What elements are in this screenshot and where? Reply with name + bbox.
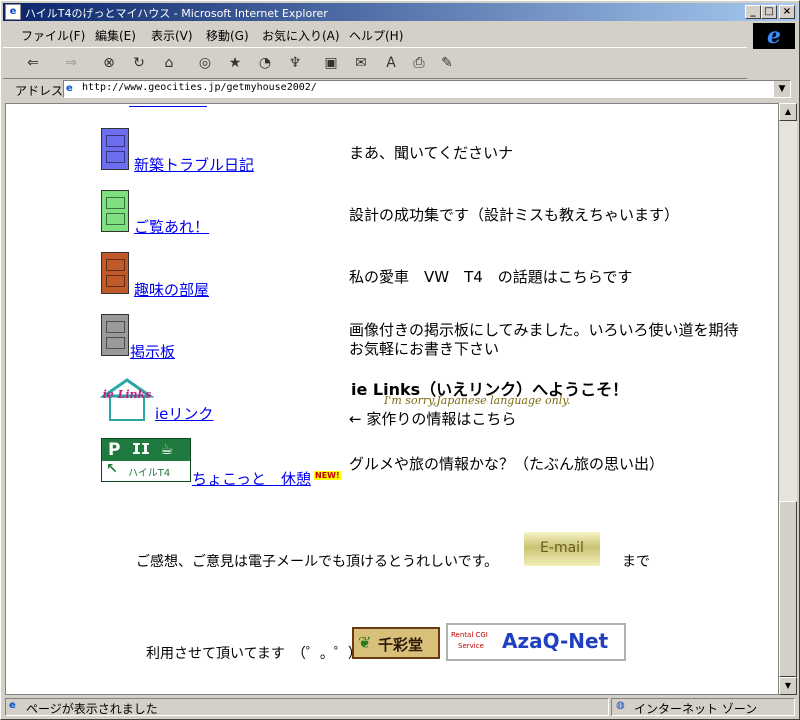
fullscreen-icon[interactable]: ▣ <box>321 53 341 73</box>
menu-favorites[interactable]: お気に入り(A) <box>262 27 340 44</box>
rest-area-sign-icon[interactable]: P ⵊⵊ ☕ ↖ ハイルT4 <box>101 438 191 482</box>
menu-help[interactable]: ヘルプ(H) <box>349 27 403 44</box>
desc-diary: まあ、聞いてくださいナ <box>349 144 514 162</box>
print-icon[interactable]: ⎙ <box>409 53 429 73</box>
browser-window: e ハイルT4のげっとマイハウス - Microsoft Internet Ex… <box>0 0 800 720</box>
link-hobby[interactable]: 趣味の部屋 <box>134 279 209 300</box>
scroll-thumb[interactable] <box>779 501 797 677</box>
ie-links-icon-text: ie Links <box>102 388 152 401</box>
internet-zone-icon: ◍ <box>616 700 625 711</box>
desc-gallery: 設計の成功集です（設計ミスも教えちゃいます） <box>349 206 680 224</box>
azaq-net-badge[interactable]: Rental CGI Service AzaQ-Net <box>446 623 626 661</box>
credits-text: 利用させて頂いてます （゜。゜） <box>146 646 362 662</box>
search-icon[interactable]: ◎ <box>195 53 215 73</box>
zone-text: インターネット ゾーン <box>634 702 758 716</box>
title-bar: e ハイルT4のげっとマイハウス - Microsoft Internet Ex… <box>3 3 797 21</box>
vertical-scrollbar[interactable]: ▲ ▼ <box>779 103 797 695</box>
sensaido-badge[interactable]: ❦ 千彩堂 <box>352 627 440 659</box>
close-button[interactable]: × <box>779 5 795 19</box>
favorites-icon[interactable]: ★ <box>225 53 245 73</box>
ie-page-icon: e <box>5 4 21 20</box>
desc-bbs-1: 画像付きの掲示板にしてみました。いろいろ使い道を期待 <box>349 321 739 339</box>
parking-icon: P <box>108 440 121 460</box>
door-gray-icon[interactable] <box>101 314 129 356</box>
history-icon[interactable]: ◔ <box>255 53 275 73</box>
exit-arrow-icon: ↖ <box>106 461 118 477</box>
ie-logo-icon: e <box>753 23 795 49</box>
link-ie-links[interactable]: ieリンク <box>155 403 213 424</box>
address-bar: アドレス e http://www.geocities.jp/getmyhous… <box>3 79 797 101</box>
menu-go[interactable]: 移動(G) <box>206 27 249 44</box>
menu-bar: ファイル(F) 編集(E) 表示(V) 移動(G) お気に入り(A) ヘルプ(H… <box>3 23 747 45</box>
mail-icon[interactable]: ✉ <box>351 53 371 73</box>
address-url: http://www.geocities.jp/getmyhouse2002/ <box>82 82 317 93</box>
desc-bbs-2: お気軽にお書き下さい <box>349 340 500 358</box>
azaq-small-1: Rental CGI <box>451 631 488 639</box>
door-green-icon[interactable] <box>101 190 129 232</box>
address-input[interactable]: e http://www.geocities.jp/getmyhouse2002… <box>63 80 791 98</box>
scroll-up-icon[interactable]: ▲ <box>779 103 797 121</box>
link-diary[interactable]: 新築トラブル日記 <box>134 154 254 175</box>
edit-icon[interactable]: ✎ <box>437 53 457 73</box>
address-label: アドレス <box>15 84 64 98</box>
status-page-icon: e <box>9 700 16 711</box>
email-button[interactable]: E-mail <box>524 532 600 566</box>
restaurant-icon: ⵊⵊ <box>132 440 151 458</box>
status-right: ◍ インターネット ゾーン <box>611 698 795 716</box>
email-button-label: E-mail <box>540 540 584 556</box>
page-icon: e <box>66 83 73 94</box>
scroll-down-icon[interactable]: ▼ <box>779 677 797 695</box>
channels-icon[interactable]: ♆ <box>285 53 305 73</box>
door-brown-icon[interactable] <box>101 252 129 294</box>
azaq-label: AzaQ-Net <box>502 629 609 653</box>
refresh-icon[interactable]: ↻ <box>129 53 149 73</box>
cut-off-link[interactable] <box>129 104 207 107</box>
stop-icon[interactable]: ⊗ <box>99 53 119 73</box>
sensaido-label: 千彩堂 <box>378 636 424 654</box>
ie-links-icon[interactable]: ie Links <box>99 378 155 422</box>
address-dropdown-icon[interactable]: ▼ <box>774 81 790 97</box>
status-text: ページが表示されました <box>26 702 158 716</box>
rest-area-sign-label: ハイルT4 <box>128 468 171 479</box>
azaq-small-2: Service <box>458 642 484 650</box>
font-size-icon[interactable]: A <box>381 53 401 73</box>
desc-rest: グルメや旅の情報かな？（たぶん旅の思い出） <box>349 455 665 473</box>
status-left: e ページが表示されました <box>5 698 609 716</box>
back-icon[interactable]: ⇐ <box>23 53 43 73</box>
forward-icon[interactable]: ⇒ <box>61 53 81 73</box>
ie-links-subtitle: I'm sorry,Japanese language only. <box>384 394 571 407</box>
menu-edit[interactable]: 編集(E) <box>95 27 136 44</box>
page-content: 新築トラブル日記 まあ、聞いてくださいナ ご覧あれ！ 設計の成功集です（設計ミス… <box>5 103 779 695</box>
contact-suffix: まで <box>622 554 650 570</box>
door-blue-icon[interactable] <box>101 128 129 170</box>
coffee-icon: ☕ <box>160 440 174 458</box>
menu-file[interactable]: ファイル(F) <box>21 27 85 44</box>
new-badge: NEW! <box>314 471 341 480</box>
home-icon[interactable]: ⌂ <box>159 53 179 73</box>
desc-ie-links: ← 家作りの情報はこちら <box>349 410 517 428</box>
maximize-button[interactable]: □ <box>761 5 777 19</box>
link-gallery[interactable]: ご覧あれ！ <box>134 216 209 237</box>
toolbar: ⇐ ⇒ ⊗ ↻ ⌂ ◎ ★ ◔ ♆ ▣ ✉ A ⎙ ✎ <box>3 47 747 79</box>
status-bar: e ページが表示されました ◍ インターネット ゾーン <box>3 697 797 717</box>
link-rest[interactable]: ちょこっと 休憩 <box>192 468 311 489</box>
link-bbs[interactable]: 掲示板 <box>130 341 175 362</box>
menu-view[interactable]: 表示(V) <box>151 27 193 44</box>
minimize-button[interactable]: _ <box>745 5 761 19</box>
contact-text: ご感想、ご意見は電子メールでも頂けるとうれしいです。 <box>136 554 499 570</box>
leaf-icon: ❦ <box>358 633 372 652</box>
desc-hobby: 私の愛車 VW T4 の話題はこちらです <box>349 268 633 286</box>
window-title: ハイルT4のげっとマイハウス - Microsoft Internet Expl… <box>25 7 328 20</box>
